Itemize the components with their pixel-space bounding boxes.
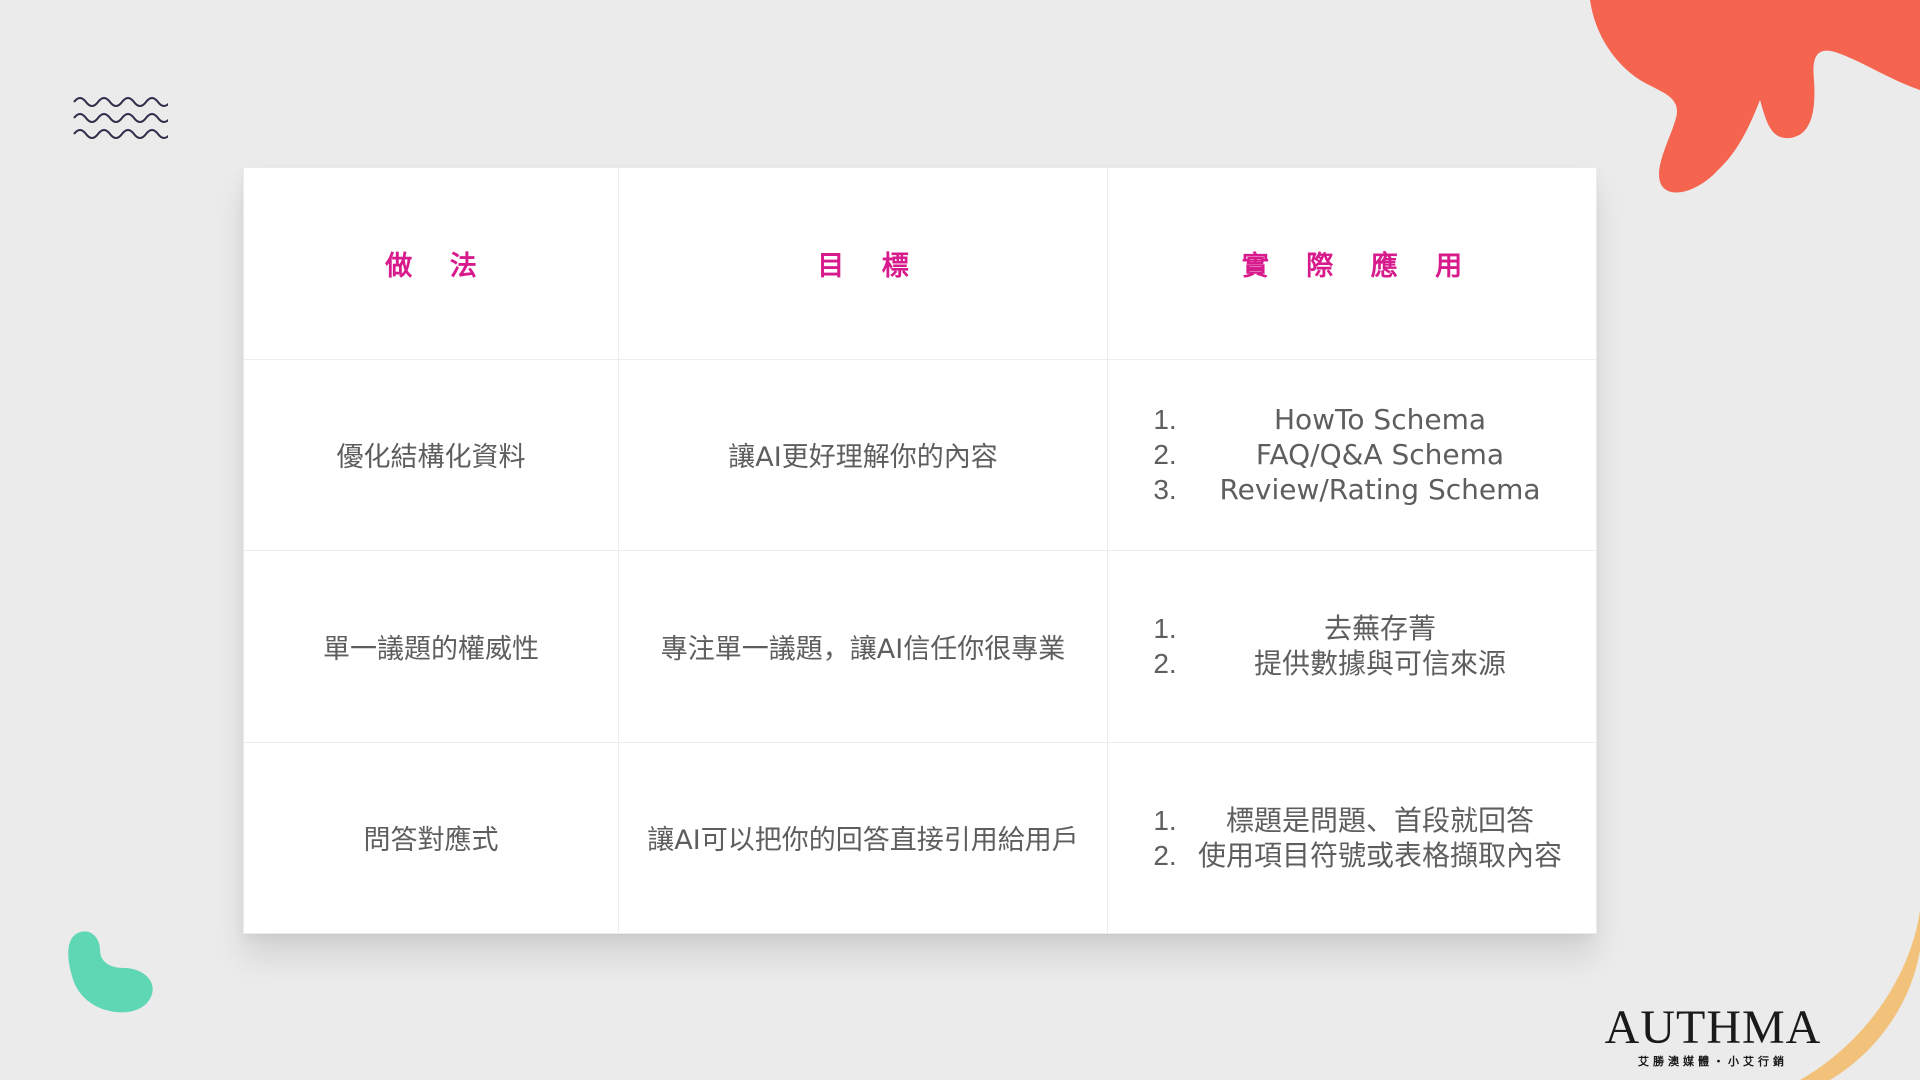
application-cell: 1. HowTo Schema 2. FAQ/Q&A Schema 3. Rev… — [1107, 358, 1597, 551]
header-method: 做 法 — [243, 167, 619, 360]
application-list: 1. HowTo Schema 2. FAQ/Q&A Schema 3. Rev… — [1137, 402, 1567, 507]
authma-logo: AUTHMA 艾勝澳媒體・小艾行銷 — [1597, 1004, 1829, 1069]
goal-cell: 專注單一議題，讓AI信任你很專業 — [618, 550, 1108, 743]
list-item: 1. 標題是問題、首段就回答 — [1153, 803, 1534, 837]
list-item: 1. HowTo Schema — [1153, 403, 1487, 437]
table-row: 優化結構化資料 讓AI更好理解你的內容 1. HowTo Schema 2. F… — [243, 358, 1597, 551]
method-cell: 單一議題的權威性 — [243, 550, 619, 743]
list-item: 2. FAQ/Q&A Schema — [1153, 438, 1505, 472]
coral-blob-decoration — [1590, 0, 1920, 193]
table-row: 問答對應式 讓AI可以把你的回答直接引用給用戶 1. 標題是問題、首段就回答 2… — [243, 741, 1597, 934]
list-item: 2. 提供數據與可信來源 — [1153, 647, 1506, 681]
header-application: 實 際 應 用 — [1107, 167, 1597, 360]
method-cell: 問答對應式 — [243, 741, 619, 934]
table-header-row: 做 法 目 標 實 際 應 用 — [243, 167, 1597, 360]
header-goal: 目 標 — [618, 167, 1108, 360]
table-row: 單一議題的權威性 專注單一議題，讓AI信任你很專業 1. 去蕪存菁 2. 提供數… — [243, 550, 1597, 743]
application-list: 1. 去蕪存菁 2. 提供數據與可信來源 — [1137, 611, 1567, 681]
logo-tagline: 艾勝澳媒體・小艾行銷 — [1638, 1055, 1788, 1068]
comparison-table-card: 做 法 目 標 實 際 應 用 優化結構化資料 讓AI更好理解你的內容 1. H… — [243, 167, 1597, 934]
mint-leaf-decoration — [68, 931, 153, 1013]
application-cell: 1. 標題是問題、首段就回答 2. 使用項目符號或表格擷取內容 — [1107, 741, 1597, 934]
list-item: 2. 使用項目符號或表格擷取內容 — [1153, 838, 1562, 872]
comparison-table: 做 法 目 標 實 際 應 用 優化結構化資料 讓AI更好理解你的內容 1. H… — [243, 167, 1597, 934]
goal-cell: 讓AI更好理解你的內容 — [618, 358, 1108, 551]
wavy-lines-decoration — [73, 97, 168, 139]
list-item: 3. Review/Rating Schema — [1153, 473, 1541, 507]
logo-wordmark: AUTHMA — [1604, 1001, 1822, 1054]
application-cell: 1. 去蕪存菁 2. 提供數據與可信來源 — [1107, 550, 1597, 743]
application-list: 1. 標題是問題、首段就回答 2. 使用項目符號或表格擷取內容 — [1137, 803, 1567, 873]
goal-cell: 讓AI可以把你的回答直接引用給用戶 — [618, 741, 1108, 934]
list-item: 1. 去蕪存菁 — [1153, 612, 1436, 646]
method-cell: 優化結構化資料 — [243, 358, 619, 551]
